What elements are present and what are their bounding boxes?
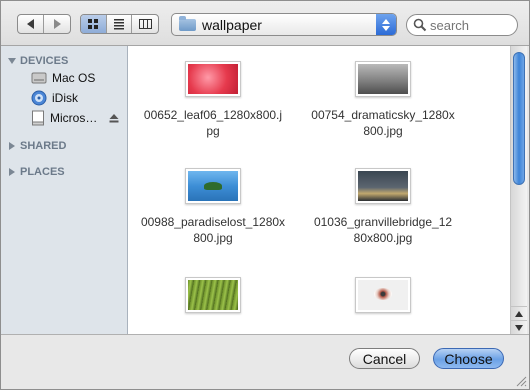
forward-button[interactable] <box>44 15 70 33</box>
view-mode-buttons <box>80 14 159 34</box>
section-label: PLACES <box>20 166 65 178</box>
path-popup[interactable]: wallpaper <box>171 13 397 36</box>
disclosure-open-icon <box>8 58 16 64</box>
search-input[interactable] <box>430 17 510 33</box>
section-label: SHARED <box>20 140 67 152</box>
file-thumbnail <box>185 277 241 313</box>
sidebar-item-mac-os[interactable]: Mac OS <box>31 69 123 87</box>
disclosure-closed-icon <box>9 168 15 176</box>
choose-button[interactable]: Choose <box>433 348 504 369</box>
file-thumbnail <box>185 61 241 97</box>
scrollbar-thumb[interactable] <box>513 52 525 185</box>
sidebar-section-places[interactable]: PLACES <box>8 166 65 178</box>
hard-drive-icon <box>31 72 47 84</box>
file-item[interactable]: 00754_dramaticsky_1280x 800.jpg <box>298 61 468 139</box>
toolbar: wallpaper <box>1 1 529 46</box>
vertical-scrollbar[interactable] <box>510 46 527 334</box>
file-thumbnail <box>355 61 411 97</box>
folder-icon <box>179 15 196 31</box>
file-name: 00754_dramaticsky_1280x 800.jpg <box>311 108 455 138</box>
open-dialog-window: wallpaper DEVICES Mac OS <box>0 0 530 390</box>
file-name: 01036_granvillebridge_12 80x800.jpg <box>313 215 453 245</box>
file-item[interactable] <box>298 277 468 323</box>
column-view-icon <box>138 19 152 29</box>
sidebar-section-devices[interactable]: DEVICES <box>8 55 68 67</box>
back-arrow-icon <box>27 19 34 29</box>
file-thumbnail <box>355 277 411 313</box>
eject-icon[interactable] <box>109 113 119 123</box>
search-icon <box>413 18 427 32</box>
icon-view-icon <box>88 19 99 29</box>
file-item[interactable]: 01036_granvillebridge_12 80x800.jpg <box>298 168 468 246</box>
back-button[interactable] <box>18 15 44 33</box>
file-item[interactable]: 00988_paradiselost_1280x 800.jpg <box>128 168 298 246</box>
sidebar-section-shared[interactable]: SHARED <box>8 140 66 152</box>
resize-grip-icon[interactable] <box>515 375 527 387</box>
file-thumbnail <box>355 168 411 204</box>
search-field[interactable] <box>406 14 518 36</box>
path-label: wallpaper <box>202 16 262 33</box>
list-view-icon <box>114 19 124 30</box>
icon-view-button[interactable] <box>81 15 107 33</box>
section-label: DEVICES <box>20 55 69 67</box>
file-item[interactable] <box>128 277 298 323</box>
sidebar: DEVICES Mac OS iDisk Micros… SHARED PLAC… <box>1 46 128 334</box>
sidebar-item-label: iDisk <box>52 91 78 105</box>
popup-arrows-icon <box>376 14 396 35</box>
cancel-button[interactable]: Cancel <box>349 348 420 369</box>
disclosure-closed-icon <box>9 142 15 150</box>
scroll-up-icon <box>515 310 523 317</box>
scroll-down-button[interactable] <box>511 320 527 334</box>
file-thumbnail <box>185 168 241 204</box>
dialog-footer: Cancel Choose <box>1 334 529 389</box>
file-name: 00988_paradiselost_1280x 800.jpg <box>140 215 286 245</box>
file-item[interactable]: 00652_leaf06_1280x800.j pg <box>128 61 298 139</box>
nav-buttons <box>17 14 71 34</box>
disk-image-icon <box>32 110 44 126</box>
idisk-icon <box>31 90 47 106</box>
scroll-down-icon <box>515 324 523 331</box>
column-view-button[interactable] <box>132 15 158 33</box>
scroll-up-button[interactable] <box>511 306 527 320</box>
file-name: 00652_leaf06_1280x800.j pg <box>143 108 283 138</box>
sidebar-item-idisk[interactable]: iDisk <box>31 89 123 107</box>
list-view-button[interactable] <box>107 15 133 33</box>
sidebar-item-label: Micros… <box>50 111 98 125</box>
sidebar-item-label: Mac OS <box>52 71 96 85</box>
file-browser: 00652_leaf06_1280x800.j pg 00754_dramatic… <box>128 46 510 334</box>
forward-arrow-icon <box>53 19 61 29</box>
